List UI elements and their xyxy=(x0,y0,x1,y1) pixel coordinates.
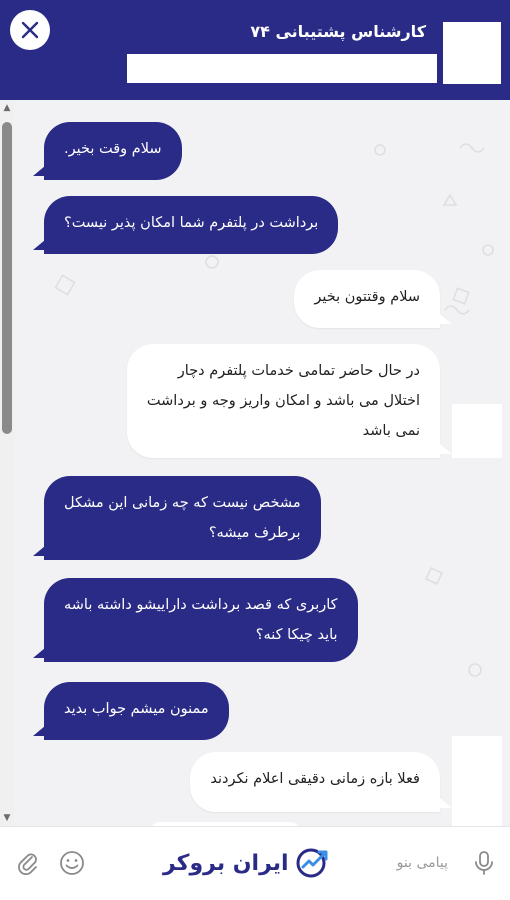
agent-subtitle-redacted xyxy=(127,54,437,83)
bubble-tail xyxy=(440,314,452,324)
bubble-tail xyxy=(440,798,452,808)
emoji-button[interactable] xyxy=(58,849,86,877)
user-message: کاربری که قصد برداشت داراییشو داشته باشه… xyxy=(44,578,358,662)
close-icon xyxy=(21,21,39,39)
chat-composer: ایران بروکر xyxy=(0,826,510,900)
bubble-tail xyxy=(33,166,45,176)
smiley-icon xyxy=(60,851,84,875)
message-input[interactable] xyxy=(370,849,448,877)
bubble-tail xyxy=(33,546,45,556)
microphone-icon xyxy=(475,851,493,875)
agent-message: سلام وقتتون بخیر xyxy=(294,270,440,328)
agent-title: کارشناس پشتیبانی ۷۴ xyxy=(250,22,426,41)
message-text: باید چیکا کنه؟ xyxy=(255,627,338,643)
attach-button[interactable] xyxy=(14,849,42,877)
bubble-tail xyxy=(33,726,45,736)
voice-record-button[interactable] xyxy=(470,849,498,877)
message-text: نمی باشد xyxy=(362,423,420,439)
brand-logo: ایران بروکر xyxy=(163,845,331,881)
message-text: برداشت در پلتفرم شما امکان پذیر نیست؟ xyxy=(64,215,319,231)
message-text: کاربری که قصد برداشت داراییشو داشته باشه xyxy=(64,597,338,613)
message-text: سلام وقت بخیر. xyxy=(64,141,162,157)
message-text: مشخص نیست که چه زمانی این مشکل xyxy=(64,495,301,511)
brand-name: ایران بروکر xyxy=(163,850,289,876)
paperclip-icon xyxy=(18,853,37,875)
bubble-tail xyxy=(33,240,45,250)
message-text: ممنون میشم جواب بدید xyxy=(64,701,209,717)
chat-header: کارشناس پشتیبانی ۷۴ xyxy=(0,0,510,100)
bubble-tail xyxy=(33,648,45,658)
agent-message: در حال حاضر تمامی خدمات پلتفرم دچار اختل… xyxy=(126,344,440,458)
user-message: مشخص نیست که چه زمانی این مشکل برطرف میش… xyxy=(44,476,321,560)
message-text: سلام وقتتون بخیر xyxy=(314,289,420,305)
scroll-up-arrow[interactable]: ▲ xyxy=(2,103,12,113)
user-message: برداشت در پلتفرم شما امکان پذیر نیست؟ xyxy=(44,196,339,254)
user-message: ممنون میشم جواب بدید xyxy=(44,682,229,740)
agent-message-avatar xyxy=(452,404,502,458)
user-message: سلام وقت بخیر. xyxy=(44,122,182,180)
message-text: در حال حاضر تمامی خدمات پلتفرم دچار xyxy=(177,363,420,379)
message-text: اختلال می باشد و امکان واریز وجه و برداش… xyxy=(146,393,420,409)
bubble-tail xyxy=(440,444,452,454)
brand-chart-icon xyxy=(296,848,328,878)
chat-messages-area[interactable]: سلام وقت بخیر. برداشت در پلتفرم شما امکا… xyxy=(0,100,510,826)
agent-message-avatar xyxy=(452,736,502,826)
scrollbar-thumb[interactable] xyxy=(2,122,12,434)
message-text: فعلا بازه زمانی دقیقی اعلام نکردند xyxy=(210,771,420,787)
close-button[interactable] xyxy=(10,10,50,50)
agent-message: فعلا بازه زمانی دقیقی اعلام نکردند xyxy=(190,752,440,812)
agent-avatar xyxy=(443,22,501,84)
message-text: برطرف میشه؟ xyxy=(208,525,301,541)
scroll-down-arrow[interactable]: ▼ xyxy=(2,813,12,823)
